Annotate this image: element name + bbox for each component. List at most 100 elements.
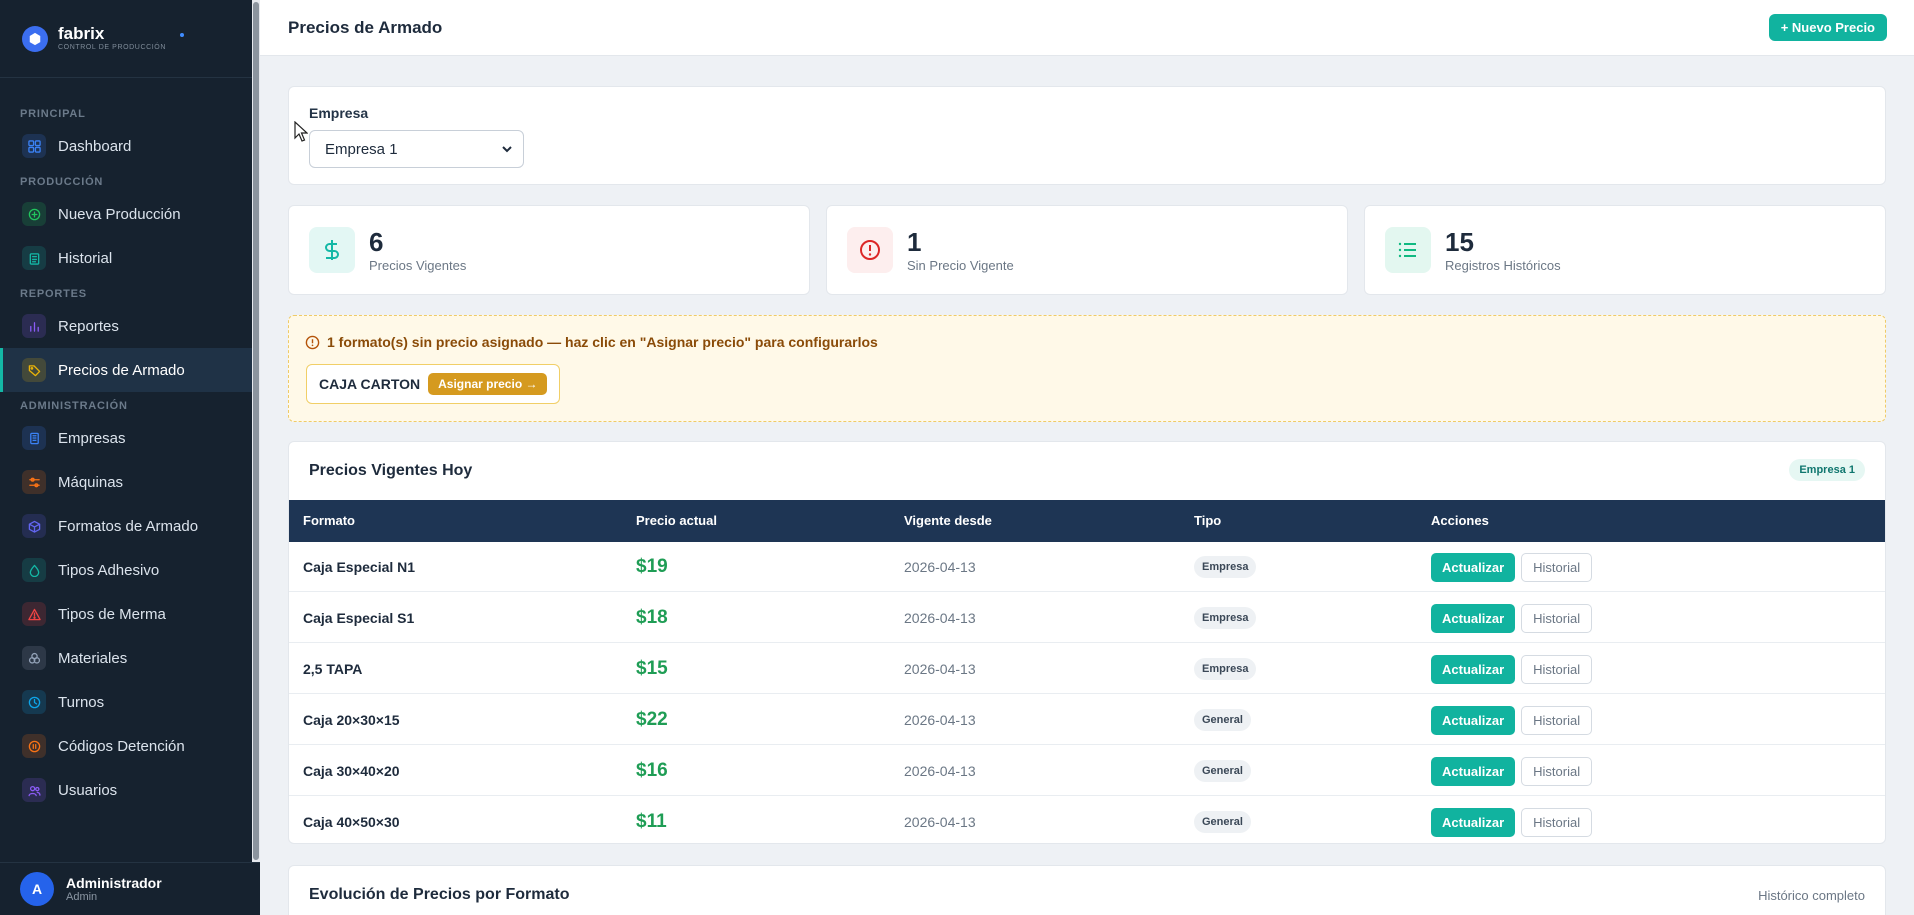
nav-section-title: PRODUCCIÓN (20, 176, 104, 188)
company-select[interactable]: Empresa 1 (309, 130, 524, 168)
date-cell: 2026-04-13 (904, 763, 976, 779)
building-icon (22, 426, 46, 450)
type-pill: General (1194, 760, 1251, 782)
clipboard-icon (22, 246, 46, 270)
plus-circle-icon (22, 202, 46, 226)
clock-icon (22, 690, 46, 714)
sidebar-item-label: Materiales (58, 649, 128, 667)
company-filter-label: Empresa (309, 105, 369, 121)
new-price-button[interactable]: + Nuevo Precio (1768, 14, 1887, 41)
sidebar-item-label: Reportes (58, 317, 119, 335)
status-dot (180, 32, 185, 37)
brand[interactable]: fabrix CONTROL DE PRODUCCIÓN (0, 0, 260, 78)
sidebar: fabrix CONTROL DE PRODUCCIÓN PRINCIPAL Da… (0, 0, 260, 915)
sidebar-item-label: Empresas (58, 429, 126, 447)
assign-price-button[interactable]: Asignar precio → (428, 373, 548, 395)
actions-cell: Actualizar Historial (1431, 695, 1593, 745)
sidebar-item-historial[interactable]: Historial (0, 236, 260, 280)
pause-circle-icon (22, 734, 46, 758)
sidebar-item-label: Máquinas (58, 473, 124, 491)
brand-logo-icon (22, 25, 48, 52)
droplet-icon (22, 558, 46, 582)
sidebar-item-reportes[interactable]: Reportes (0, 304, 260, 348)
nav-section-title: REPORTES (20, 288, 87, 300)
sidebar-item-formatos-de-armado[interactable]: Formatos de Armado (0, 504, 260, 548)
table-row: Caja Especial N1 $19 2026-04-13 Empresa … (289, 542, 1885, 592)
price-cell: $19 (636, 556, 668, 577)
user-role: Admin (66, 891, 98, 903)
current-prices-card: Precios Vigentes Hoy Empresa 1 Formato P… (288, 441, 1886, 844)
company-select-value: Empresa 1 (325, 140, 398, 158)
table-row: Caja 20×30×15 $22 2026-04-13 General Act… (289, 695, 1885, 745)
type-pill: Empresa (1194, 556, 1257, 578)
page-title: Precios de Armado (288, 18, 443, 37)
history-button[interactable]: Historial (1521, 807, 1593, 837)
sidebar-item-materiales[interactable]: Materiales (0, 636, 260, 680)
user-profile[interactable]: A Administrador Admin (0, 862, 260, 915)
mouse-cursor-icon (294, 121, 308, 142)
update-price-button[interactable]: Actualizar (1431, 705, 1516, 735)
list-icon (1385, 227, 1431, 273)
table-row: Caja Especial S1 $18 2026-04-13 Empresa … (289, 593, 1885, 643)
company-filter-card: Empresa Empresa 1 (288, 86, 1886, 185)
type-cell: Empresa (1194, 542, 1257, 592)
users-icon (22, 778, 46, 802)
sidebar-scrollbar[interactable] (252, 0, 260, 862)
table-title: Precios Vigentes Hoy (309, 462, 473, 479)
history-button[interactable]: Historial (1521, 552, 1593, 582)
price-cell: $16 (636, 760, 668, 781)
dollar-icon (309, 227, 355, 273)
nav-section-title: PRINCIPAL (20, 108, 86, 120)
column-header: Acciones (1431, 513, 1489, 528)
evolution-note: Histórico completo (1758, 888, 1865, 903)
sidebar-item-tipos-adhesivo[interactable]: Tipos Adhesivo (0, 548, 260, 592)
sidebar-item-label: Tipos de Merma (58, 605, 166, 623)
update-price-button[interactable]: Actualizar (1431, 603, 1516, 633)
stat-card-historicos: 15 Registros Históricos (1364, 205, 1886, 295)
history-button[interactable]: Historial (1521, 654, 1593, 684)
update-price-button[interactable]: Actualizar (1431, 654, 1516, 684)
type-pill: General (1194, 709, 1251, 731)
pending-format-name: CAJA CARTON (319, 376, 421, 392)
format-cell: Caja Especial N1 (303, 559, 416, 575)
column-header: Vigente desde (904, 513, 992, 528)
update-price-button[interactable]: Actualizar (1431, 756, 1516, 786)
history-button[interactable]: Historial (1521, 705, 1593, 735)
sidebar-nav: PRINCIPAL Dashboard PRODUCCIÓN Nueva Produc… (0, 78, 260, 812)
pending-format-chip: CAJA CARTON Asignar precio → (306, 364, 561, 404)
sidebar-item-precios-de-armado[interactable]: Precios de Armado (0, 348, 260, 392)
sidebar-item-dashboard[interactable]: Dashboard (0, 124, 260, 168)
sidebar-item-códigos-detención[interactable]: Códigos Detención (0, 724, 260, 768)
date-cell: 2026-04-13 (904, 814, 976, 830)
sidebar-item-empresas[interactable]: Empresas (0, 416, 260, 460)
date-cell: 2026-04-13 (904, 712, 976, 728)
format-cell: Caja Especial S1 (303, 610, 415, 626)
settings-sliders-icon (22, 470, 46, 494)
history-button[interactable]: Historial (1521, 756, 1593, 786)
box-icon (22, 514, 46, 538)
sidebar-item-label: Usuarios (58, 781, 118, 799)
sidebar-item-turnos[interactable]: Turnos (0, 680, 260, 724)
sidebar-item-nueva-producción[interactable]: Nueva Producción (0, 192, 260, 236)
stat-card-sin-precio: 1 Sin Precio Vigente (826, 205, 1348, 295)
price-evolution-card: Evolución de Precios por Formato Históri… (288, 865, 1886, 915)
format-cell: Caja 20×30×15 (303, 712, 400, 728)
update-price-button[interactable]: Actualizar (1431, 807, 1516, 837)
tag-icon (22, 358, 46, 382)
format-cell: Caja 40×50×30 (303, 814, 400, 830)
sidebar-item-usuarios[interactable]: Usuarios (0, 768, 260, 812)
date-cell: 2026-04-13 (904, 661, 976, 677)
sidebar-item-label: Tipos Adhesivo (58, 561, 160, 579)
format-cell: 2,5 TAPA (303, 661, 363, 677)
type-cell: General (1194, 695, 1251, 745)
warning-triangle-icon (22, 602, 46, 626)
sidebar-item-tipos-de-merma[interactable]: Tipos de Merma (0, 592, 260, 636)
sidebar-item-máquinas[interactable]: Máquinas (0, 460, 260, 504)
type-pill: General (1194, 811, 1251, 833)
sidebar-item-label: Historial (58, 249, 113, 267)
brand-subtitle: CONTROL DE PRODUCCIÓN (58, 44, 167, 51)
layers-icon (22, 646, 46, 670)
update-price-button[interactable]: Actualizar (1431, 552, 1516, 582)
history-button[interactable]: Historial (1521, 603, 1593, 633)
table-header: Formato Precio actual Vigente desde Tipo… (289, 500, 1885, 542)
